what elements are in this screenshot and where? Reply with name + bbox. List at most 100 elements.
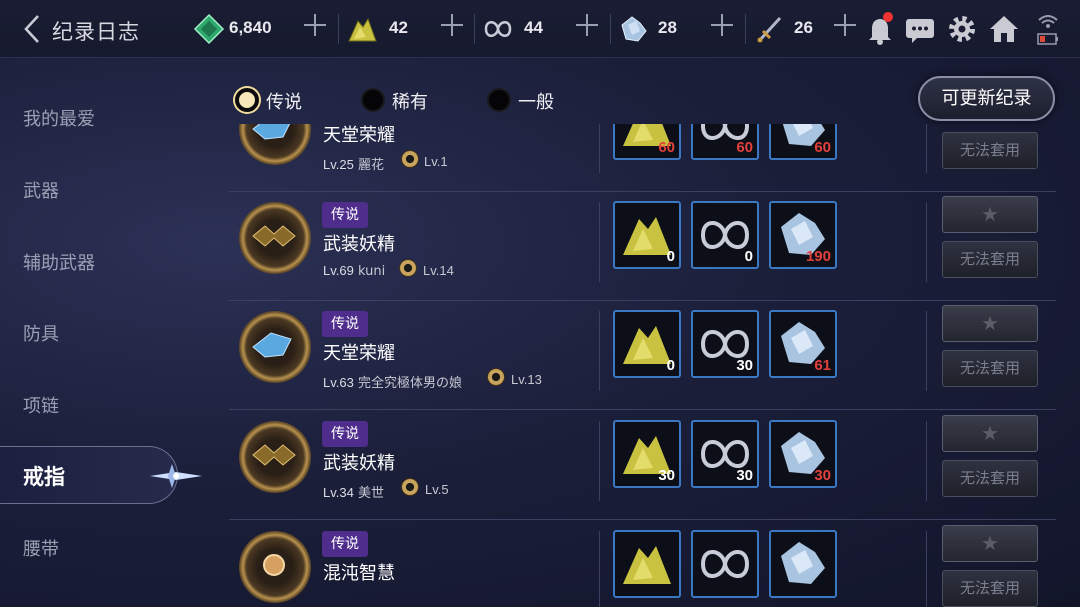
divider <box>599 311 600 391</box>
list-item[interactable]: 传说 天堂荣耀 Lv.63 完全究極体男の娘 Lv.13 0 30 61 ★ 无… <box>229 301 1056 410</box>
material-count: 30 <box>736 467 753 484</box>
divider <box>926 202 927 282</box>
wifi-icon <box>1037 15 1058 45</box>
resource-gold-ore: 42 <box>346 10 416 48</box>
item-name: 天堂荣耀 <box>323 343 395 364</box>
material-count: 30 <box>736 357 753 374</box>
divider <box>599 421 600 501</box>
add-diamond-button[interactable] <box>304 14 326 36</box>
dagger-icon <box>757 16 782 43</box>
page-title: 纪录日志 <box>52 20 140 44</box>
material-count: 0 <box>666 357 675 374</box>
record-list[interactable]: 天堂荣耀 Lv.25 麗花 Lv.1 60 60 60 无法套用 传说 武装妖精… <box>0 124 1080 607</box>
favorite-button[interactable]: ★ <box>942 415 1038 452</box>
enhance-level: Lv.5 <box>425 482 449 497</box>
gold-ore-icon <box>623 326 671 364</box>
star-icon: ★ <box>981 421 999 445</box>
enhance-level-icon <box>401 150 419 168</box>
radio-icon <box>361 88 385 112</box>
material-gold-ore: 30 <box>613 420 681 488</box>
gold-ore-icon <box>623 546 671 584</box>
refresh-records-button[interactable]: 可更新纪录 <box>918 76 1055 121</box>
rarity-badge: 传说 <box>322 531 368 557</box>
rarity-badge: 传说 <box>322 421 368 447</box>
enhance-level-icon <box>399 259 417 277</box>
star-icon: ★ <box>981 202 999 226</box>
add-gold-ore-button[interactable] <box>441 14 463 36</box>
owner-info: Lv.63 完全究極体男の娘 <box>323 375 462 391</box>
star-icon: ★ <box>981 311 999 335</box>
material-gold-ore: 0 <box>613 201 681 269</box>
crystal-count: 28 <box>658 18 677 37</box>
favorite-button[interactable]: ★ <box>942 305 1038 342</box>
material-count: 190 <box>805 248 831 265</box>
filter-label: 稀有 <box>392 92 428 113</box>
home-button[interactable] <box>988 12 1020 46</box>
dagger-count: 26 <box>794 18 813 37</box>
blue-wing-gem-icon <box>252 124 291 140</box>
list-item[interactable]: 天堂荣耀 Lv.25 麗花 Lv.1 60 60 60 无法套用 <box>229 124 1056 192</box>
material-gold-ore <box>613 530 681 598</box>
top-bar: 纪录日志 6,840 42 44 28 26 <box>0 0 1080 58</box>
item-name: 天堂荣耀 <box>323 125 395 146</box>
fairy-gem-icon <box>252 225 296 247</box>
material-crystal: 60 <box>769 124 837 160</box>
chaos-gem-icon <box>263 554 285 576</box>
crystal-icon <box>621 16 647 42</box>
owner-info: Lv.25 麗花 <box>323 157 384 173</box>
crystal-icon <box>781 542 825 584</box>
material-crystal: 61 <box>769 310 837 378</box>
material-crystal: 190 <box>769 201 837 269</box>
material-gold-ore: 60 <box>613 124 681 160</box>
item-name: 武装妖精 <box>323 453 395 474</box>
material-count: 60 <box>736 139 753 156</box>
favorite-button[interactable]: ★ <box>942 196 1038 233</box>
material-count: 60 <box>814 139 831 156</box>
list-item[interactable]: 传说 武装妖精 Lv.34 美世 Lv.5 30 30 30 ★ 无法套用 <box>229 411 1056 520</box>
back-button[interactable] <box>18 12 48 46</box>
add-dagger-button[interactable] <box>834 14 856 36</box>
gold-ore-count: 42 <box>389 18 408 37</box>
apply-button[interactable]: 无法套用 <box>942 570 1038 607</box>
apply-button[interactable]: 无法套用 <box>942 350 1038 387</box>
list-item[interactable]: 传说 武装妖精 Lv.69 kuni Lv.14 0 0 190 ★ 无法套用 <box>229 192 1056 301</box>
chat-button[interactable] <box>904 12 936 46</box>
item-name: 混沌智慧 <box>323 563 395 584</box>
fairy-gem-icon <box>252 444 296 466</box>
divider <box>474 14 475 44</box>
gold-ore-icon <box>348 17 377 42</box>
material-silver-thread: 30 <box>691 420 759 488</box>
apply-button[interactable]: 无法套用 <box>942 132 1038 169</box>
divider <box>926 311 927 391</box>
enhance-level-icon <box>401 478 419 496</box>
silver-thread-icon <box>700 550 750 578</box>
material-count: 0 <box>744 248 753 265</box>
owner-info: Lv.69 kuni <box>323 263 386 279</box>
resource-dagger: 26 <box>754 10 824 48</box>
filter-label: 一般 <box>518 92 554 113</box>
divider <box>599 124 600 173</box>
add-crystal-button[interactable] <box>711 14 733 36</box>
rarity-badge: 传说 <box>322 202 368 228</box>
star-icon: ★ <box>981 531 999 555</box>
apply-button[interactable]: 无法套用 <box>942 460 1038 497</box>
settings-button[interactable] <box>946 12 978 46</box>
blue-wing-gem-icon <box>252 332 292 358</box>
apply-button[interactable]: 无法套用 <box>942 241 1038 278</box>
add-silver-thread-button[interactable] <box>576 14 598 36</box>
enhance-level: Lv.13 <box>511 372 542 387</box>
radio-selected-icon <box>235 88 259 112</box>
silver-thread-icon <box>700 221 750 249</box>
wifi-battery-status <box>1036 12 1060 48</box>
divider <box>745 14 746 44</box>
list-item[interactable]: 传说 混沌智慧 ★ 无法套用 <box>229 521 1056 607</box>
favorite-button[interactable]: ★ <box>942 525 1038 562</box>
diamond-icon <box>193 13 225 45</box>
material-count: 0 <box>666 248 675 265</box>
silver-thread-count: 44 <box>524 18 543 37</box>
enhance-level: Lv.14 <box>423 263 454 278</box>
divider <box>926 124 927 173</box>
divider <box>599 202 600 282</box>
material-silver-thread: 60 <box>691 124 759 160</box>
material-count: 30 <box>658 467 675 484</box>
